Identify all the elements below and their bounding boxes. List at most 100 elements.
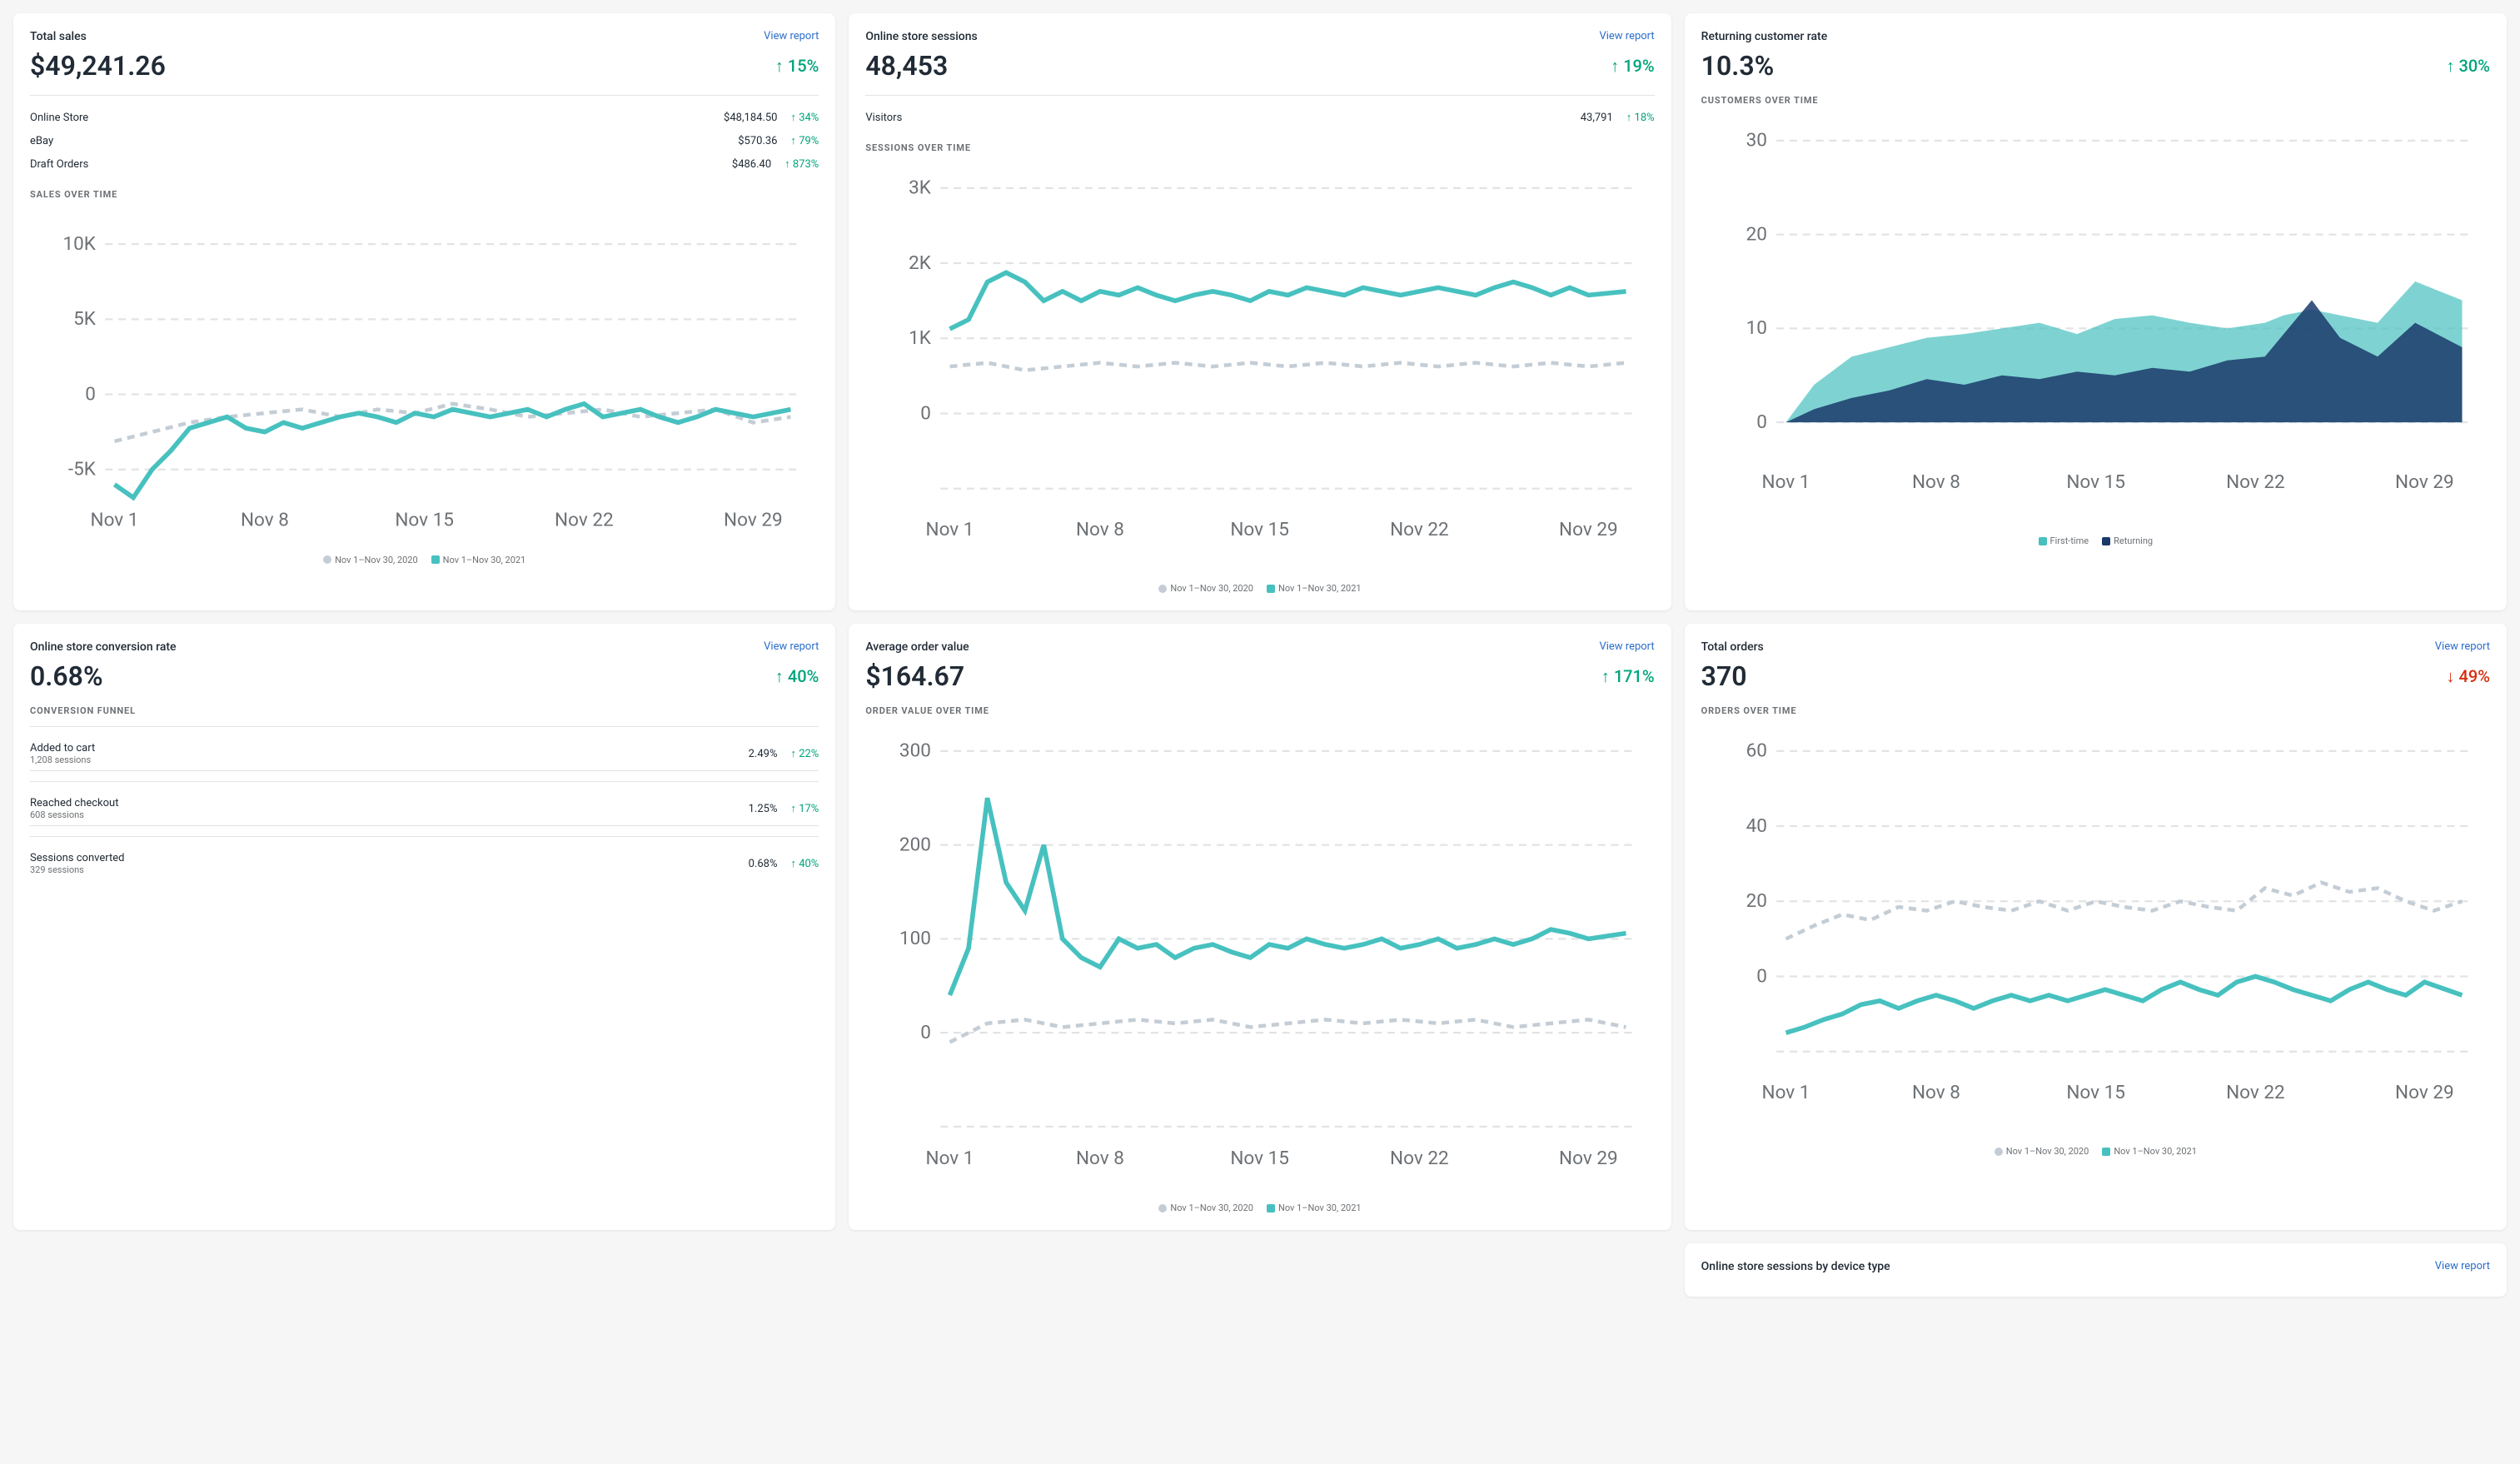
online-sessions-view-report[interactable]: View report — [1599, 30, 1654, 42]
svg-text:0: 0 — [1756, 964, 1767, 987]
sessions-converted-label: Sessions converted — [30, 852, 124, 864]
added-to-cart-sublabel: 1,208 sessions — [30, 754, 95, 765]
total-orders-change: ↓ 49% — [2447, 666, 2490, 687]
added-to-cart-value: 2.49% — [749, 748, 778, 760]
svg-text:Nov 1: Nov 1 — [1761, 1081, 1810, 1103]
svg-text:-5K: -5K — [68, 458, 97, 481]
sessions-converted-change: ↑ 40% — [790, 857, 819, 870]
svg-text:1K: 1K — [909, 326, 932, 349]
order-value-legend-2021: Nov 1–Nov 30, 2021 — [1267, 1203, 1362, 1213]
svg-text:2K: 2K — [909, 251, 932, 274]
metric-row-draft-orders: Draft Orders $486.40 ↑ 873% — [30, 152, 819, 176]
legend-2020: Nov 1–Nov 30, 2020 — [323, 555, 418, 565]
legend-first-time: First-time — [2039, 535, 2089, 546]
reached-checkout-label: Reached checkout — [30, 797, 118, 809]
svg-text:0: 0 — [921, 1021, 932, 1043]
svg-text:300: 300 — [899, 739, 931, 762]
order-value-chart-legend: Nov 1–Nov 30, 2020 Nov 1–Nov 30, 2021 — [865, 1203, 1654, 1213]
sessions-legend-2020: Nov 1–Nov 30, 2020 — [1158, 583, 1253, 594]
metric-row-online-store: Online Store $48,184.50 ↑ 34% — [30, 106, 819, 129]
svg-text:Nov 22: Nov 22 — [1390, 1147, 1449, 1169]
svg-text:0: 0 — [1756, 411, 1767, 433]
svg-text:Nov 15: Nov 15 — [2066, 471, 2125, 493]
metric-row-ebay: eBay $570.36 ↑ 79% — [30, 129, 819, 152]
sessions-legend-dot-2021 — [1267, 585, 1275, 593]
avg-order-value-title: Average order value — [865, 640, 969, 654]
online-sessions-change: ↑ 19% — [1611, 56, 1654, 77]
order-value-chart: 300 200 100 0 Nov 1 Nov 8 Nov 15 Nov 22 … — [865, 723, 1654, 1196]
svg-text:40: 40 — [1746, 814, 1766, 837]
draft-orders-change: ↑ 873% — [784, 157, 819, 171]
order-value-legend-dot-2020 — [1158, 1204, 1167, 1213]
avg-order-value-change: ↑ 171% — [1601, 666, 1655, 687]
svg-text:Nov 29: Nov 29 — [2395, 471, 2454, 493]
svg-text:Nov 1: Nov 1 — [91, 508, 139, 530]
legend-dot-returning — [2102, 537, 2110, 545]
sessions-converted-sublabel: 329 sessions — [30, 864, 124, 875]
total-sales-value: $49,241.26 — [30, 50, 166, 82]
sessions-chart-svg: 3K 2K 1K 0 Nov 1 Nov 8 Nov 15 Nov 22 Nov… — [865, 160, 1654, 573]
returning-customer-change: ↑ 30% — [2447, 56, 2490, 77]
reached-checkout-row: Reached checkout 608 sessions 1.25% ↑ 17… — [30, 792, 819, 826]
sales-chart-legend: Nov 1–Nov 30, 2020 Nov 1–Nov 30, 2021 — [30, 555, 819, 565]
svg-text:Nov 15: Nov 15 — [2066, 1081, 2125, 1103]
svg-text:Nov 15: Nov 15 — [395, 508, 454, 530]
sessions-converted-row: Sessions converted 329 sessions 0.68% ↑ … — [30, 847, 819, 880]
legend-dot-first-time — [2039, 537, 2047, 545]
svg-text:Nov 8: Nov 8 — [241, 508, 289, 530]
svg-text:Nov 1: Nov 1 — [926, 1147, 974, 1169]
svg-text:20: 20 — [1746, 889, 1766, 912]
added-to-cart-change: ↑ 22% — [790, 747, 819, 760]
orders-chart: 60 40 20 0 Nov 1 Nov 8 Nov 15 Nov 22 Nov… — [1701, 723, 2490, 1139]
total-orders-view-report[interactable]: View report — [2435, 640, 2490, 653]
total-sales-card: Total sales View report $49,241.26 ↑ 15%… — [13, 13, 835, 610]
total-sales-change: ↑ 15% — [775, 56, 819, 77]
orders-over-time-title: ORDERS OVER TIME — [1701, 705, 2490, 716]
svg-text:Nov 22: Nov 22 — [555, 508, 614, 530]
svg-text:Nov 8: Nov 8 — [1076, 518, 1124, 540]
draft-orders-value: $486.40 — [732, 158, 771, 171]
customers-chart-svg: 30 20 10 0 Nov 1 Nov 8 Nov 15 Nov 22 Nov… — [1701, 112, 2490, 525]
conversion-rate-card: Online store conversion rate View report… — [13, 624, 835, 1230]
added-to-cart-label: Added to cart — [30, 742, 95, 754]
conversion-rate-title: Online store conversion rate — [30, 640, 177, 654]
customers-over-time-title: CUSTOMERS OVER TIME — [1701, 95, 2490, 106]
svg-text:60: 60 — [1746, 739, 1766, 762]
online-sessions-card: Online store sessions View report 48,453… — [849, 13, 1671, 610]
metric-row-visitors: Visitors 43,791 ↑ 18% — [865, 106, 1654, 129]
orders-chart-svg: 60 40 20 0 Nov 1 Nov 8 Nov 15 Nov 22 Nov… — [1701, 723, 2490, 1136]
svg-text:3K: 3K — [909, 177, 932, 199]
added-to-cart-row: Added to cart 1,208 sessions 2.49% ↑ 22% — [30, 737, 819, 771]
ebay-value: $570.36 — [738, 135, 777, 147]
sessions-chart-legend: Nov 1–Nov 30, 2020 Nov 1–Nov 30, 2021 — [865, 583, 1654, 594]
sessions-legend-dot-2020 — [1158, 585, 1167, 593]
sessions-by-device-view-report[interactable]: View report — [2435, 1260, 2490, 1272]
avg-order-value-value: $164.67 — [865, 660, 964, 692]
conversion-rate-value: 0.68% — [30, 660, 103, 692]
sales-chart: 10K 5K 0 -5K Nov 1 Nov 8 Nov 15 Nov 22 N… — [30, 207, 819, 548]
orders-legend-2020: Nov 1–Nov 30, 2020 — [1995, 1146, 2089, 1157]
online-store-label: Online Store — [30, 112, 88, 124]
avg-order-value-card: Average order value View report $164.67 … — [849, 624, 1671, 1230]
online-store-value: $48,184.50 — [724, 112, 777, 124]
order-value-chart-svg: 300 200 100 0 Nov 1 Nov 8 Nov 15 Nov 22 … — [865, 723, 1654, 1193]
conversion-rate-view-report[interactable]: View report — [764, 640, 819, 653]
svg-text:Nov 29: Nov 29 — [724, 508, 783, 530]
svg-text:Nov 15: Nov 15 — [1231, 518, 1290, 540]
svg-text:5K: 5K — [73, 307, 97, 330]
avg-order-value-view-report[interactable]: View report — [1599, 640, 1654, 653]
visitors-change: ↑ 18% — [1626, 111, 1655, 124]
svg-text:Nov 29: Nov 29 — [2395, 1081, 2454, 1103]
sessions-converted-value: 0.68% — [749, 858, 778, 870]
orders-legend-dot-2021 — [2102, 1148, 2110, 1156]
svg-text:Nov 1: Nov 1 — [1761, 471, 1810, 493]
reached-checkout-value: 1.25% — [749, 803, 778, 815]
ebay-change: ↑ 79% — [790, 134, 819, 147]
total-orders-title: Total orders — [1701, 640, 1764, 654]
online-sessions-value: 48,453 — [865, 50, 948, 82]
sessions-chart: 3K 2K 1K 0 Nov 1 Nov 8 Nov 15 Nov 22 Nov… — [865, 160, 1654, 576]
draft-orders-label: Draft Orders — [30, 158, 88, 171]
svg-text:Nov 29: Nov 29 — [1559, 1147, 1618, 1169]
total-sales-view-report[interactable]: View report — [764, 30, 819, 42]
sessions-legend-2021: Nov 1–Nov 30, 2021 — [1267, 583, 1362, 594]
